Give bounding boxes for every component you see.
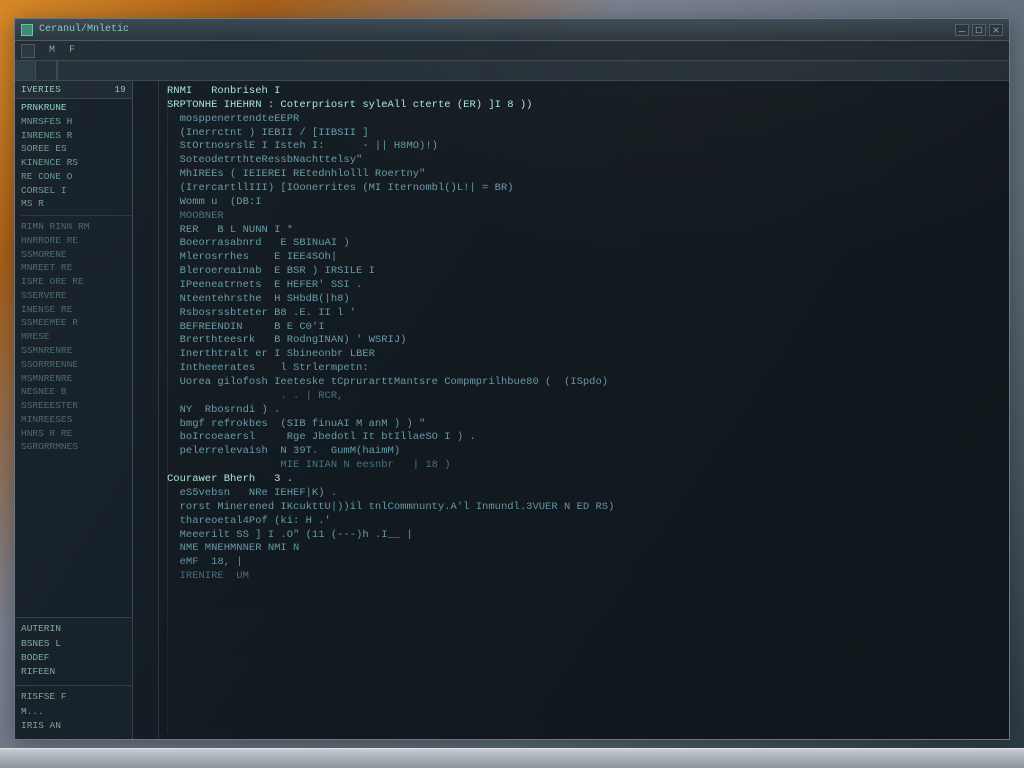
monitor-bezel bbox=[0, 748, 1024, 768]
sidebar-footer: RISFSE FM...IRIS AN bbox=[15, 685, 132, 739]
code-line: Courawer Bherh 3 . bbox=[167, 473, 1003, 487]
code-line: Rsbosrssbteter B8 .E. II l ' bbox=[167, 307, 1003, 321]
code-line: eS5vebsn NRe IEHEF|K) . bbox=[167, 487, 1003, 501]
sidebar-item[interactable]: PRNKRUNE bbox=[21, 101, 132, 115]
code-line: Womm u (DB:I bbox=[167, 196, 1003, 210]
sidebar-item[interactable]: SSMNRENRE bbox=[21, 344, 132, 358]
sidebar-section-2: AUTERINBSNES LBODEFRIFEEN bbox=[15, 617, 132, 685]
code-line: Nteentehrsthe H SHbdB(|h8) bbox=[167, 293, 1003, 307]
code-line: StOrtnosrslE I Isteh I: - || H8MO)!) bbox=[167, 140, 1003, 154]
sidebar-item[interactable]: KINENCE RS bbox=[21, 156, 132, 170]
sidebar-item[interactable]: MSMNRENRE bbox=[21, 372, 132, 386]
sidebar-item[interactable]: CORSEL I bbox=[21, 184, 132, 198]
minimize-button[interactable] bbox=[955, 24, 969, 36]
code-line: Bleroereainab E BSR ) IRSILE I bbox=[167, 265, 1003, 279]
tabbar-remainder bbox=[57, 61, 1009, 80]
sidebar-item[interactable]: INENSE RE bbox=[21, 303, 132, 317]
sidebar-item[interactable]: RE CONE O bbox=[21, 170, 132, 184]
code-line: (Inerrctnt ) IEBII / [IIBSII ] bbox=[167, 127, 1003, 141]
code-line: NME MNEHMNNER NMI N bbox=[167, 542, 1003, 556]
code-line: Uorea gilofosh Ieeteske tCprurarttMantsr… bbox=[167, 376, 1003, 390]
titlebar: Ceranul/Mnletic bbox=[15, 19, 1009, 41]
window-title: Ceranul/Mnletic bbox=[39, 24, 129, 35]
sidebar-item[interactable]: IRIS AN bbox=[21, 719, 126, 733]
sidebar-item[interactable]: RIMN RINN RM bbox=[21, 220, 132, 234]
sidebar-item[interactable]: BSNES L bbox=[21, 637, 126, 651]
code-line: Meeerilt SS ] I .O" (11 (---)h .I__ | bbox=[167, 529, 1003, 543]
sidebar-item[interactable]: MRESE bbox=[21, 330, 132, 344]
sidebar-item[interactable]: AUTERIN bbox=[21, 622, 126, 636]
sidebar-item[interactable]: MINREESES bbox=[21, 413, 132, 427]
code-line: Brerthteesrk B RodngINAN) ' WSRIJ) bbox=[167, 334, 1003, 348]
editor[interactable]: RNMI Ronbriseh ISRPTONHE IHEHRN : Coterp… bbox=[133, 81, 1009, 739]
code-line: eMF 18, | bbox=[167, 556, 1003, 570]
toolbar-icon[interactable] bbox=[21, 44, 35, 58]
sidebar-item[interactable]: INRENES R bbox=[21, 129, 132, 143]
sidebar-item[interactable]: NESNEE B bbox=[21, 385, 132, 399]
sidebar-item[interactable]: SOREE ES bbox=[21, 142, 132, 156]
code-line: BEFREENDIN B E C0'I bbox=[167, 321, 1003, 335]
code-line: . . | RCR, bbox=[167, 390, 1003, 404]
code-line: mosppenertendteEEPR bbox=[167, 113, 1003, 127]
sidebar-item[interactable]: HNRS R RE bbox=[21, 427, 132, 441]
body: IVERIES 19 PRNKRUNEMNRSFES HINRENES RSOR… bbox=[15, 81, 1009, 739]
code-line: thareoetal4Pof (ki: H .' bbox=[167, 515, 1003, 529]
code-line: NY Rbosrndi ) . bbox=[167, 404, 1003, 418]
code-line: IRENIRE UM bbox=[167, 570, 1003, 584]
sidebar-item[interactable]: MS R bbox=[21, 197, 132, 211]
code-line: bmgf refrokbes (SIB finuAI M anM ) ) " bbox=[167, 418, 1003, 432]
code-line: IPeeneatrnets E HEFER' SSI . bbox=[167, 279, 1003, 293]
menubar: M F bbox=[15, 41, 1009, 61]
sidebar-item[interactable]: SSMEEMEE R bbox=[21, 316, 132, 330]
code-line: MhIREEs ( IEIEREI REtednhlolll Roertny" bbox=[167, 168, 1003, 182]
code-line: rorst Minerened IKcukttU|))il tnlCommnun… bbox=[167, 501, 1003, 515]
sidebar-item[interactable]: MNREET RE bbox=[21, 261, 132, 275]
menu-item-1[interactable]: F bbox=[69, 45, 75, 56]
tab-0[interactable] bbox=[15, 61, 36, 80]
editor-gutter bbox=[133, 81, 159, 739]
sidebar-list-top: PRNKRUNEMNRSFES HINRENES RSOREE ESKINENC… bbox=[15, 99, 132, 617]
editor-content[interactable]: RNMI Ronbriseh ISRPTONHE IHEHRN : Coterp… bbox=[159, 81, 1009, 739]
tab-1[interactable] bbox=[36, 61, 57, 80]
close-button[interactable] bbox=[989, 24, 1003, 36]
code-line: Inerthtralt er I Sbineonbr LBER bbox=[167, 348, 1003, 362]
code-line: Boeorrasabnrd E SBINuAI ) bbox=[167, 237, 1003, 251]
code-line: pelerrelevaish N 39T. GumM(haimM) bbox=[167, 445, 1003, 459]
code-line: SRPTONHE IHEHRN : Coterpriosrt syleAll c… bbox=[167, 99, 1003, 113]
sidebar-item[interactable]: HNRRORE RE bbox=[21, 234, 132, 248]
code-line: RNMI Ronbriseh I bbox=[167, 85, 1003, 99]
sidebar-item[interactable]: SSMORENE bbox=[21, 248, 132, 262]
code-line: (IrercartllIII) [IOonerrites (MI Iternom… bbox=[167, 182, 1003, 196]
app-icon bbox=[21, 24, 33, 36]
code-line: Intheeerates l Strlermpetn: bbox=[167, 362, 1003, 376]
sidebar-item[interactable]: SSORRRENNE bbox=[21, 358, 132, 372]
sidebar-item[interactable]: SGRORRMNES bbox=[21, 440, 132, 454]
app-window: Ceranul/Mnletic M F IVERIES 19 PRNKRUNE bbox=[14, 18, 1010, 740]
sidebar-item[interactable]: RIFEEN bbox=[21, 665, 126, 679]
code-line: SoteodetrthteRessbNachttelsy" bbox=[167, 154, 1003, 168]
code-line: MOOBNER bbox=[167, 210, 1003, 224]
sidebar-header: IVERIES 19 bbox=[15, 81, 132, 99]
sidebar: IVERIES 19 PRNKRUNEMNRSFES HINRENES RSOR… bbox=[15, 81, 133, 739]
sidebar-item[interactable]: SSREEESTER bbox=[21, 399, 132, 413]
code-line: Mlerosrrhes E IEE4SOh| bbox=[167, 251, 1003, 265]
sidebar-item[interactable]: BODEF bbox=[21, 651, 126, 665]
code-line: RER B L NUNN I * bbox=[167, 224, 1003, 238]
sidebar-header-value: 19 bbox=[115, 85, 126, 95]
tabbar bbox=[15, 61, 1009, 81]
menu-item-0[interactable]: M bbox=[49, 45, 55, 56]
sidebar-item[interactable]: ISRE ORE RE bbox=[21, 275, 132, 289]
maximize-button[interactable] bbox=[972, 24, 986, 36]
sidebar-item[interactable]: RISFSE F bbox=[21, 690, 126, 704]
code-line: MIE INIAN N eesnbr | 18 ) bbox=[167, 459, 1003, 473]
sidebar-item[interactable]: SSERVERE bbox=[21, 289, 132, 303]
sidebar-item[interactable]: MNRSFES H bbox=[21, 115, 132, 129]
code-line: boIrcoeaersl Rge Jbedotl It btIllaeSO I … bbox=[167, 431, 1003, 445]
sidebar-header-label: IVERIES bbox=[21, 85, 61, 95]
sidebar-item[interactable]: M... bbox=[21, 705, 126, 719]
